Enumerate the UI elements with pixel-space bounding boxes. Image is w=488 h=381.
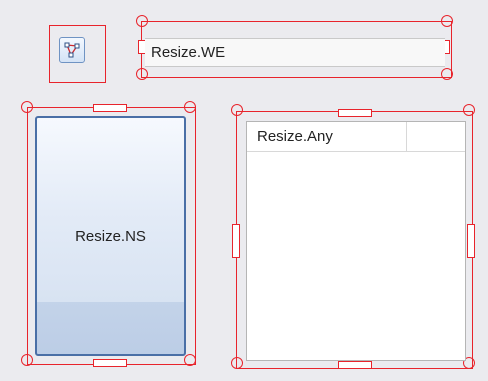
resize-ns-button[interactable]: Resize.NS: [35, 116, 186, 356]
resize-we-handle-bottom-left[interactable]: [136, 68, 148, 80]
grid-header-row: Resize.Any: [247, 122, 465, 152]
resize-we-textbox[interactable]: Resize.WE: [145, 38, 445, 67]
resize-ns-handle-bottom-left[interactable]: [21, 354, 33, 366]
resize-any-grid[interactable]: Resize.Any: [246, 121, 466, 361]
resize-any-handle-left[interactable]: [232, 224, 240, 258]
resize-we-handle-top-right[interactable]: [441, 15, 453, 27]
resize-we-handle-bottom-right[interactable]: [441, 68, 453, 80]
grid-column-header[interactable]: Resize.Any: [247, 122, 407, 151]
resize-we-handle-top-left[interactable]: [136, 15, 148, 27]
resize-any-handle-top-right[interactable]: [463, 104, 475, 116]
resize-ns-handle-top-left[interactable]: [21, 101, 33, 113]
resize-ns-handle-bottom-right[interactable]: [184, 354, 196, 366]
resize-any-handle-right[interactable]: [467, 224, 475, 258]
grid-column-header-empty[interactable]: [407, 122, 465, 151]
icon-button[interactable]: [59, 37, 85, 63]
resize-any-handle-top[interactable]: [338, 109, 372, 117]
resize-ns-handle-top[interactable]: [93, 104, 127, 112]
resize-any-handle-top-left[interactable]: [231, 104, 243, 116]
nodes-connection-icon: [64, 42, 80, 58]
resize-any-handle-bottom-left[interactable]: [231, 357, 243, 369]
resize-ns-handle-bottom[interactable]: [93, 359, 127, 367]
resize-ns-handle-top-right[interactable]: [184, 101, 196, 113]
resize-any-handle-bottom[interactable]: [338, 361, 372, 369]
